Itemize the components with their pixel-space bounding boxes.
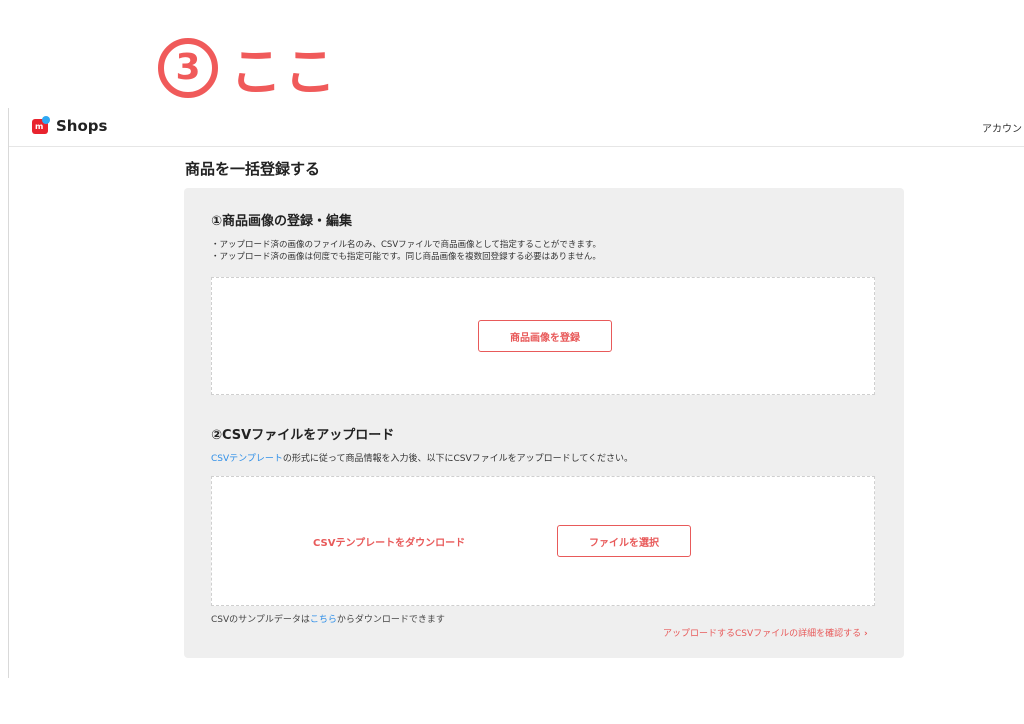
csv-description: CSVテンプレートの形式に従って商品情報を入力後、以下にCSVファイルをアップロ… [211, 453, 633, 465]
download-template-link[interactable]: CSVテンプレートをダウンロード [313, 534, 465, 549]
csv-description-text: の形式に従って商品情報を入力後、以下にCSVファイルをアップロードしてください。 [282, 454, 634, 464]
sample-prefix: CSVのサンプルデータは [211, 615, 310, 625]
page-title: 商品を一括登録する [185, 160, 321, 178]
step-annotation: 3 ここ [158, 30, 338, 105]
csv-drop-zone[interactable]: CSVテンプレートをダウンロード ファイルを選択 [211, 476, 875, 606]
sample-data-note: CSVのサンプルデータはこちらからダウンロードできます [211, 612, 445, 625]
sample-suffix: からダウンロードできます [336, 615, 445, 625]
image-note-2: ・アップロード済の画像は何度でも指定可能です。同じ商品画像を複数回登録する必要は… [211, 252, 601, 262]
annotation-text: ここ [230, 43, 339, 103]
csv-template-link[interactable]: CSVテンプレート [211, 454, 283, 464]
sample-data-link[interactable]: こちら [310, 615, 337, 625]
csv-detail-link-text: アップロードするCSVファイルの詳細を確認する [663, 629, 862, 639]
csv-detail-link[interactable]: アップロードするCSVファイルの詳細を確認する › [663, 626, 868, 639]
image-drop-zone[interactable]: 商品画像を登録 [211, 277, 875, 395]
register-images-button[interactable]: 商品画像を登録 [478, 320, 612, 352]
logo-text: Shops [56, 117, 108, 135]
image-section-title: ①商品画像の登録・編集 [211, 214, 353, 229]
chevron-right-icon: › [864, 629, 868, 639]
shops-logo[interactable]: m Shops [31, 116, 107, 136]
top-header: m Shops アカウント [9, 108, 1024, 147]
left-divider [8, 108, 9, 678]
select-file-button[interactable]: ファイルを選択 [557, 525, 691, 557]
csv-section-title: ②CSVファイルをアップロード [211, 428, 395, 443]
account-menu[interactable]: アカウント [982, 120, 1024, 135]
image-note-1: ・アップロード済の画像のファイル名のみ、CSVファイルで商品画像として指定するこ… [211, 240, 602, 250]
bulk-register-panel: ①商品画像の登録・編集 ・アップロード済の画像のファイル名のみ、CSVファイルで… [184, 188, 904, 658]
step-number-badge: 3 [158, 37, 218, 98]
logo-icon: m [31, 116, 51, 136]
